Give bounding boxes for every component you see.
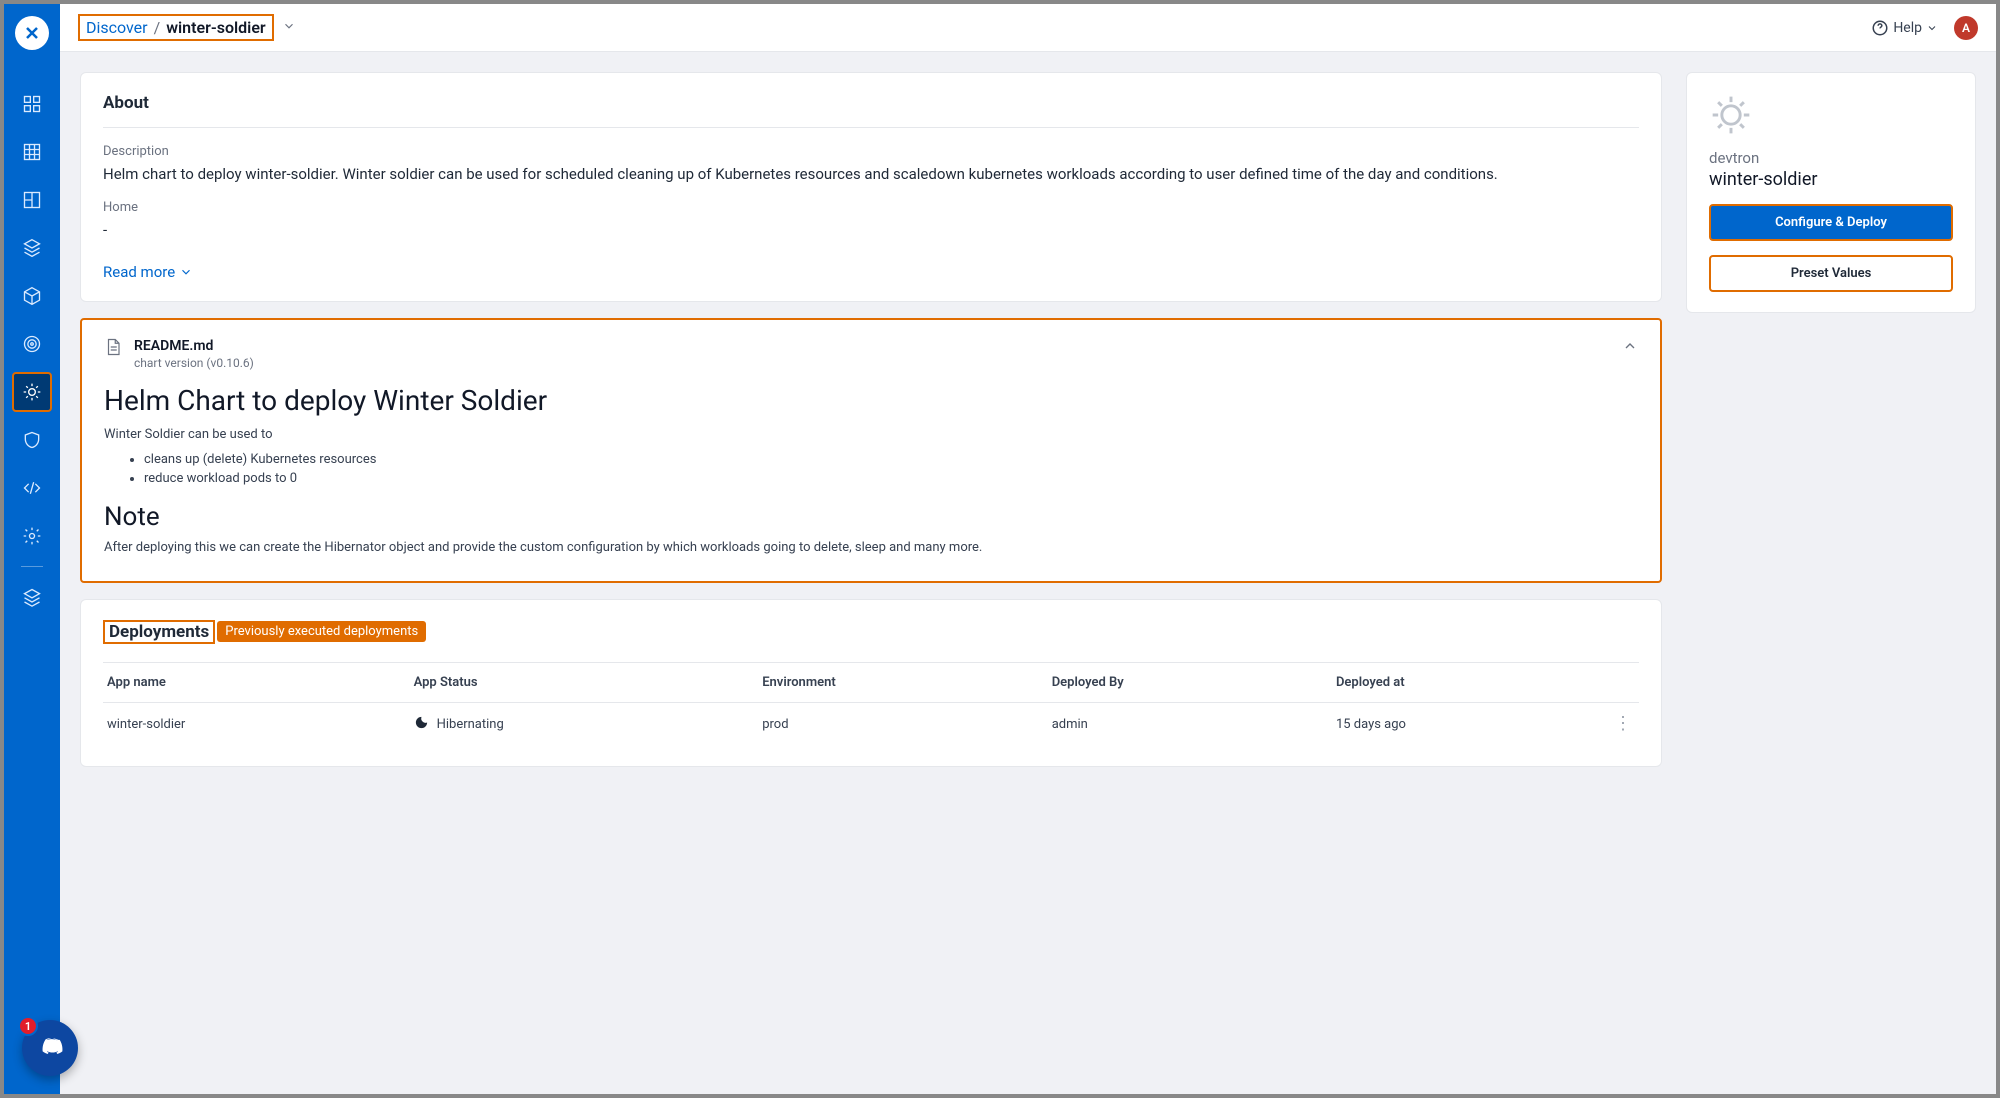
row-menu-button[interactable]: ⋮: [1613, 715, 1633, 733]
cell-at: 15 days ago: [1332, 702, 1609, 746]
col-deployed-by: Deployed By: [1048, 662, 1332, 702]
about-title: About: [103, 93, 1639, 128]
main: Discover / winter-soldier Help A: [60, 4, 1996, 1094]
description-value: Helm chart to deploy winter-soldier. Win…: [103, 163, 1639, 186]
chevron-down-icon[interactable]: [282, 19, 296, 37]
help-label: Help: [1893, 20, 1922, 36]
chart-panel: devtron winter-soldier Configure & Deplo…: [1686, 72, 1976, 313]
home-label: Home: [103, 200, 1639, 215]
readme-intro: Winter Soldier can be used to: [104, 427, 1638, 442]
table-header-row: App name App Status Environment Deployed…: [103, 662, 1639, 702]
deployments-hint: Previously executed deployments: [217, 621, 426, 642]
readme-version: chart version (v0.10.6): [134, 356, 1610, 370]
app-logo[interactable]: [15, 16, 49, 50]
cell-by: admin: [1048, 702, 1332, 746]
discord-button[interactable]: 1: [22, 1020, 78, 1076]
readme-h1: Helm Chart to deploy Winter Soldier: [104, 384, 1638, 417]
breadcrumb-sep: /: [154, 18, 161, 37]
preset-values-button[interactable]: Preset Values: [1709, 255, 1953, 292]
readme-note-title: Note: [104, 502, 1638, 532]
readme-card: README.md chart version (v0.10.6) Helm C…: [80, 318, 1662, 583]
nav-layers-icon[interactable]: [12, 577, 52, 617]
col-app-name: App name: [103, 662, 410, 702]
breadcrumb-root[interactable]: Discover: [86, 18, 148, 37]
discord-badge: 1: [18, 1016, 38, 1036]
hibernate-icon: [414, 715, 429, 734]
nav-settings-icon[interactable]: [12, 516, 52, 556]
chart-name: winter-soldier: [1709, 169, 1953, 190]
nav-shield-icon[interactable]: [12, 420, 52, 460]
home-value: -: [103, 219, 1639, 242]
nav-helm-icon[interactable]: [12, 372, 52, 412]
avatar-initial: A: [1962, 21, 1970, 35]
read-more-button[interactable]: Read more: [103, 263, 193, 281]
col-app-status: App Status: [410, 662, 759, 702]
read-more-label: Read more: [103, 263, 175, 281]
help-button[interactable]: Help: [1871, 19, 1938, 37]
chart-repo: devtron: [1709, 149, 1953, 167]
deployments-table: App name App Status Environment Deployed…: [103, 662, 1639, 746]
deployments-card: Deployments Previously executed deployme…: [80, 599, 1662, 767]
nav-target-icon[interactable]: [12, 324, 52, 364]
cell-env: prod: [758, 702, 1048, 746]
helm-icon: [1709, 93, 1953, 141]
readme-bullets: cleans up (delete) Kubernetes resources …: [144, 452, 1638, 486]
readme-bullet: cleans up (delete) Kubernetes resources: [144, 452, 1638, 467]
document-icon: [104, 338, 122, 360]
sidebar: 1: [4, 4, 60, 1094]
chevron-down-icon: [179, 265, 193, 279]
deployments-title: Deployments: [103, 620, 215, 644]
nav-divider: [21, 566, 43, 567]
topbar: Discover / winter-soldier Help A: [60, 4, 1996, 52]
table-row[interactable]: winter-soldier Hibernating: [103, 702, 1639, 746]
breadcrumb[interactable]: Discover / winter-soldier: [78, 14, 274, 41]
nav-cube-stack-icon[interactable]: [12, 228, 52, 268]
cell-status: Hibernating: [437, 717, 504, 732]
avatar[interactable]: A: [1954, 16, 1978, 40]
col-deployed-at: Deployed at: [1332, 662, 1609, 702]
nav-panel-icon[interactable]: [12, 180, 52, 220]
nav-apps-icon[interactable]: [12, 84, 52, 124]
about-card: About Description Helm chart to deploy w…: [80, 72, 1662, 302]
col-environment: Environment: [758, 662, 1048, 702]
nav-cube-icon[interactable]: [12, 276, 52, 316]
nav-grid-icon[interactable]: [12, 132, 52, 172]
cell-app: winter-soldier: [103, 702, 410, 746]
readme-bullet: reduce workload pods to 0: [144, 471, 1638, 486]
readme-note-body: After deploying this we can create the H…: [104, 540, 1638, 555]
readme-filename: README.md: [134, 338, 1610, 354]
configure-deploy-button[interactable]: Configure & Deploy: [1709, 204, 1953, 241]
collapse-button[interactable]: [1622, 338, 1638, 358]
description-label: Description: [103, 144, 1639, 159]
breadcrumb-current: winter-soldier: [166, 18, 265, 37]
nav-code-icon[interactable]: [12, 468, 52, 508]
